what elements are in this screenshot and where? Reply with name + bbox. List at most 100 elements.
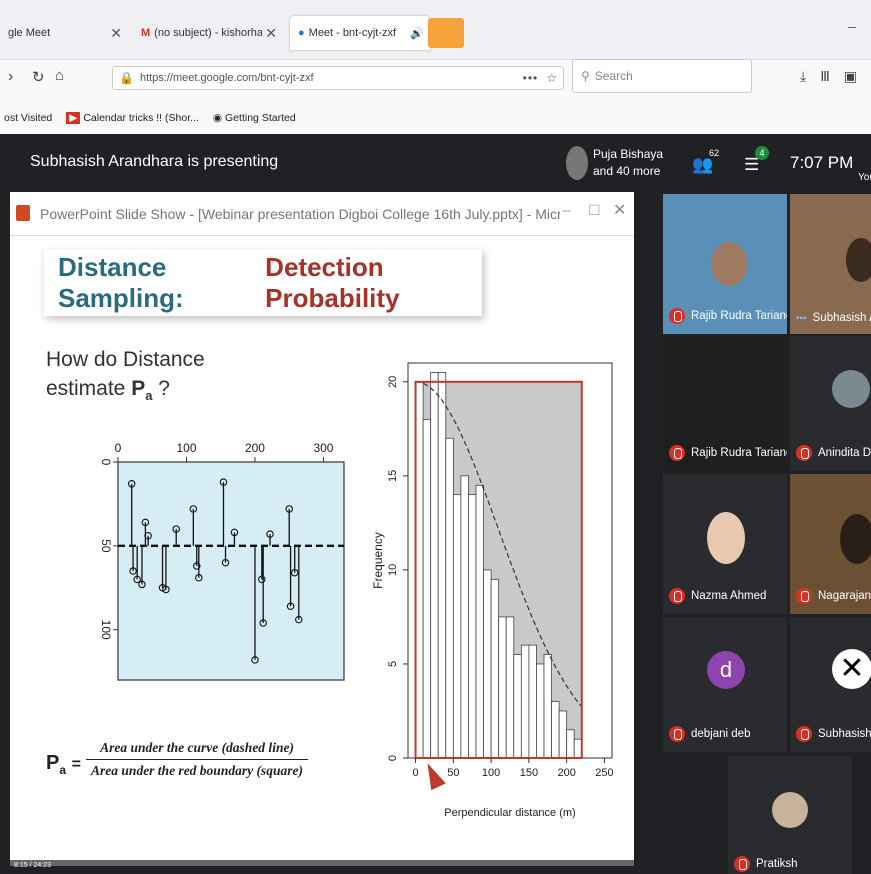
participant-name: Nazma Ahmed [669, 588, 766, 604]
participant-tile[interactable]: d debjani deb [663, 617, 787, 752]
mic-off-icon [669, 445, 685, 461]
ppt-window-titlebar: PowerPoint Slide Show - [Webinar present… [10, 192, 634, 236]
address-bar[interactable]: 🔒 https://meet.google.com/bnt-cyjt-zxf •… [112, 66, 564, 90]
browser-tab-bar: gle Meet ✕ M (no subject) - kishorhaloi@… [0, 0, 871, 60]
search-input[interactable]: ⚲ Search [572, 59, 752, 93]
participant-tile[interactable]: Anindita Dey [790, 336, 871, 471]
x-tick-label: 100 [176, 441, 196, 455]
close-icon[interactable]: ✕ [613, 200, 626, 220]
participant-tile[interactable]: Nazma Ahmed [663, 474, 787, 614]
close-tab-icon[interactable]: ✕ [110, 25, 122, 42]
url-text: https://meet.google.com/bnt-cyjt-zxf [139, 72, 314, 84]
histogram-bar [483, 569, 492, 759]
people-icon[interactable]: 👥 [692, 155, 713, 175]
question-end: ? [152, 377, 170, 400]
tab-meet-active[interactable]: ● Meet - bnt-cyjt-zxf 🔊 [290, 16, 430, 50]
download-icon[interactable]: ⤓ [800, 68, 806, 85]
histogram-bar [437, 372, 447, 759]
x-tick-label: 200 [245, 441, 265, 455]
histogram-bar [520, 644, 530, 759]
mic-off-icon [734, 856, 750, 872]
histogram-bar [475, 484, 484, 759]
histogram-bar [505, 616, 515, 759]
histogram-bar [468, 494, 477, 759]
formula-symbol: P [46, 752, 60, 774]
you-label: You [858, 172, 871, 183]
slideshow-progress[interactable] [10, 860, 634, 866]
formula-lhs: Pa = [46, 752, 81, 777]
histogram-bar [573, 738, 583, 759]
home-icon[interactable]: ⌂ [55, 67, 64, 84]
library-icon[interactable]: Ⅲ [820, 68, 830, 85]
bookmark-star-icon[interactable]: ☆ [546, 71, 557, 85]
mic-off-icon [796, 726, 812, 742]
participant-initial-avatar: d [707, 651, 745, 689]
histogram-bar [452, 494, 462, 759]
question-text: estimate [46, 377, 132, 400]
minimize-icon[interactable]: – [562, 202, 571, 220]
histogram-bar [490, 578, 500, 759]
maximize-icon[interactable]: ☐ [588, 202, 601, 219]
participant-name-text: Rajib Rudra Tariang P... [691, 310, 787, 322]
formula-denominator: Area under the red boundary (square) [91, 763, 303, 778]
search-icon: ⚲ [581, 69, 590, 83]
y-tick-label: 50 [99, 539, 113, 553]
bookmark-most-visited[interactable]: ost Visited [4, 112, 52, 124]
histogram-bar [543, 654, 552, 759]
youtube-icon: ▶ [66, 112, 81, 124]
tab-google-meet[interactable]: gle Meet ✕ [0, 16, 130, 50]
participant-tile[interactable]: Rajib Rudra Tariang P... [663, 336, 787, 471]
lock-icon: 🔒 [119, 71, 134, 85]
y-tick-label: 100 [99, 620, 113, 640]
mic-off-icon [796, 445, 812, 461]
formula-numerator: Area under the curve (dashed line) [86, 740, 308, 760]
mic-off-icon [796, 588, 812, 604]
close-tab-icon[interactable]: ✕ [265, 25, 277, 42]
participant-tile[interactable]: Rajib Rudra Tariang P... [663, 194, 787, 334]
transect-plot: 0 100 200 300 0 50 100 [99, 441, 345, 681]
participant-tile[interactable]: ▪▪▪ Subhasish A [790, 194, 871, 334]
slide-title-part2: Detection Probability [265, 251, 400, 313]
question-line2: estimate Pa ? [46, 374, 205, 410]
bookmark-getting-started[interactable]: ◉ Getting Started [213, 112, 296, 124]
tab-label: (no subject) - kishorhaloi@gm [154, 27, 263, 39]
formula-equals: = [71, 756, 81, 773]
forward-icon[interactable]: › [8, 68, 13, 86]
participant-name-text: Subhasish A [818, 728, 871, 740]
audio-icon[interactable]: 🔊 [410, 27, 424, 40]
meeting-time: 7:07 PM [790, 153, 854, 172]
extension-icon[interactable] [428, 18, 464, 48]
histogram-bar [536, 663, 545, 759]
bookmark-label: Getting Started [225, 112, 296, 124]
histogram-chart: 0 50 100 150 200 250 0 5 10 15 20 Perpendicular dis… [371, 362, 614, 819]
minimize-window-icon[interactable]: – [848, 18, 856, 34]
search-placeholder: Search [594, 69, 633, 83]
slideshow-status: 8:15 / 24:23 [14, 862, 51, 869]
participant-x-avatar: ✕ [832, 649, 871, 689]
reload-icon[interactable]: ↻ [32, 68, 45, 86]
mic-off-icon [669, 588, 685, 604]
histogram-bar [513, 654, 522, 759]
bookmark-calendar-tricks[interactable]: ▶ Calendar tricks !! (Shor... [66, 112, 199, 124]
participant-tile[interactable]: ✕ Subhasish A [790, 617, 871, 752]
participant-tile[interactable]: Pratiksh [728, 756, 852, 874]
page-actions-icon[interactable]: ••• [523, 71, 539, 85]
tab-gmail[interactable]: M (no subject) - kishorhaloi@gm ✕ [133, 16, 285, 50]
presenter-info[interactable]: Puja Bishaya and 40 more [593, 146, 663, 180]
participant-tile[interactable]: Nagarajan B [790, 474, 871, 614]
participant-name-text: debjani deb [691, 728, 751, 740]
histogram-bar [415, 381, 424, 759]
participant-name: Nagarajan B [796, 588, 871, 604]
participant-video [846, 238, 871, 282]
y-tick-label: 15 [387, 470, 399, 482]
histogram-bar [430, 372, 439, 759]
histogram-bar [422, 419, 432, 759]
x-tick-label: 0 [412, 767, 418, 779]
slide-question: How do Distance estimate Pa ? [46, 345, 205, 410]
y-tick-label: 0 [99, 459, 113, 466]
participant-name: Rajib Rudra Tariang P... [669, 308, 787, 324]
sidebar-icon[interactable]: ▣ [844, 68, 857, 85]
slide-title: Distance Sampling: Detection Probability [44, 249, 482, 316]
participant-avatar [772, 792, 808, 828]
ppt-window-title: PowerPoint Slide Show - [Webinar present… [40, 205, 560, 222]
